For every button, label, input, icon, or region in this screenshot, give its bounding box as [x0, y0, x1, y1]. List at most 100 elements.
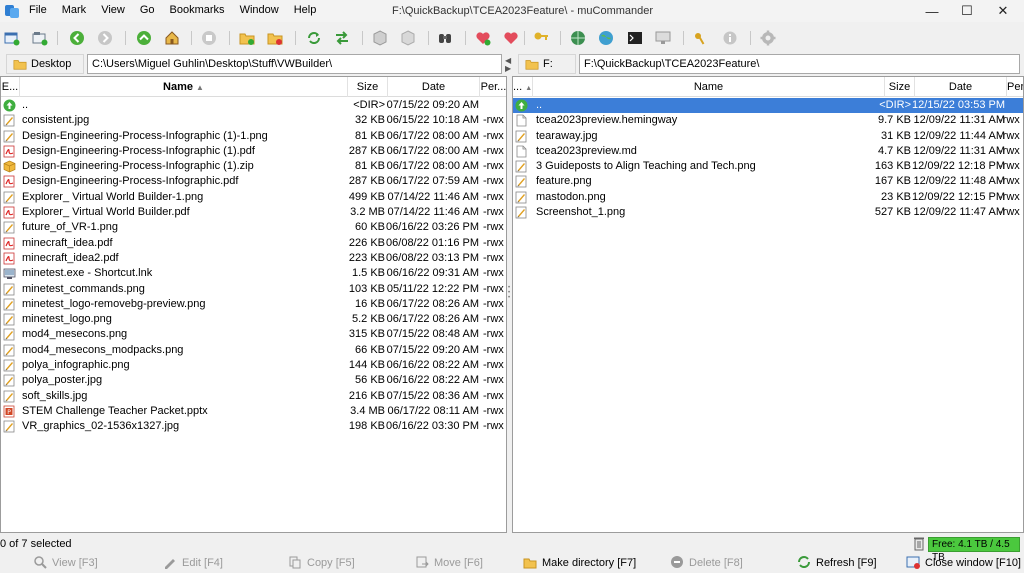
- back-icon[interactable]: [69, 30, 85, 46]
- left-file-panel[interactable]: E... Name ▲ Size Date Per... .. <DIR> 07/1…: [0, 76, 507, 533]
- left-header-size[interactable]: Size: [348, 77, 388, 97]
- file-row[interactable]: Design-Engineering-Process-Infographic (…: [1, 129, 506, 144]
- file-row[interactable]: tcea2023preview.md 4.7 KB 12/09/22 11:31 A…: [513, 144, 1023, 159]
- file-permissions: -rwx: [483, 359, 504, 372]
- file-row[interactable]: mastodon.png 23 KB 12/09/22 12:15 PM -rwx: [513, 190, 1023, 205]
- right-header-date[interactable]: Date: [915, 77, 1007, 97]
- close-window-button[interactable]: Close window [F10]: [906, 555, 1021, 571]
- right-header-size[interactable]: Size: [885, 77, 915, 97]
- menu-go[interactable]: Go: [139, 4, 156, 16]
- add-bookmark-icon[interactable]: [239, 30, 255, 46]
- left-header-name[interactable]: Name ▲: [20, 77, 348, 97]
- file-row[interactable]: minecraft_idea.pdf 226 KB 06/08/22 01:16 P…: [1, 236, 506, 251]
- file-row[interactable]: minecraft_idea2.pdf 223 KB 06/08/22 03:13 …: [1, 251, 506, 266]
- file-size: 32 KB: [355, 114, 385, 127]
- file-row[interactable]: 3 Guideposts to Align Teaching and Tech.…: [513, 159, 1023, 174]
- menu-bookmarks[interactable]: Bookmarks: [169, 4, 226, 16]
- left-drive-button[interactable]: Desktop: [6, 54, 84, 74]
- favorite-add-icon[interactable]: [475, 30, 491, 46]
- splitter-grip[interactable]: • • •: [508, 285, 511, 301]
- parent-folder-icon[interactable]: [136, 30, 152, 46]
- file-row[interactable]: minetest_logo-removebg-preview.png 16 KB 0…: [1, 297, 506, 312]
- close-button[interactable]: ✕: [980, 0, 1024, 22]
- mark-icon[interactable]: [372, 30, 388, 46]
- refresh-icon[interactable]: [306, 30, 322, 46]
- delete-button[interactable]: Delete [F8]: [670, 555, 743, 571]
- right-path-input[interactable]: [579, 54, 1020, 74]
- zip-file-icon: [3, 160, 16, 173]
- edit-bookmarks-icon[interactable]: [267, 30, 283, 46]
- info-icon[interactable]: [722, 30, 738, 46]
- file-row[interactable]: VR_graphics_02-1536x1327.jpg 198 KB 06/16/…: [1, 419, 506, 434]
- favorite-icon[interactable]: [503, 30, 519, 46]
- file-row[interactable]: future_of_VR-1.png 60 KB 06/16/22 03:26 PM…: [1, 220, 506, 235]
- file-row[interactable]: Explorer_ Virtual World Builder.pdf 3.2 M…: [1, 205, 506, 220]
- pencil-icon: [163, 555, 177, 572]
- unmark-icon[interactable]: [400, 30, 416, 46]
- menu-help[interactable]: Help: [293, 4, 318, 16]
- new-tab-icon[interactable]: [32, 30, 48, 46]
- file-row[interactable]: P STEM Challenge Teacher Packet.pptx 3.4 M…: [1, 404, 506, 419]
- file-row[interactable]: minetest_logo.png 5.2 KB 06/17/22 08:26 AM…: [1, 312, 506, 327]
- monitor-icon[interactable]: [655, 30, 671, 46]
- file-permissions: -rwx: [483, 404, 504, 417]
- file-name: minetest_logo-removebg-preview.png: [22, 297, 206, 310]
- move-button[interactable]: Move [F6]: [415, 555, 483, 571]
- menu-mark[interactable]: Mark: [61, 4, 87, 16]
- forward-icon[interactable]: [97, 30, 113, 46]
- new-window-icon[interactable]: [4, 30, 20, 46]
- file-row[interactable]: Explorer_ Virtual World Builder-1.png 499…: [1, 190, 506, 205]
- file-row[interactable]: Screenshot_1.png 527 KB 12/09/22 11:47 AM -…: [513, 205, 1023, 220]
- file-name: minetest_commands.png: [22, 282, 145, 295]
- file-row[interactable]: Design-Engineering-Process-Infographic (…: [1, 144, 506, 159]
- home-icon[interactable]: [164, 30, 180, 46]
- left-path-input[interactable]: [87, 54, 502, 74]
- file-row[interactable]: minetest.exe - Shortcut.lnk 1.5 KB 06/16/2…: [1, 266, 506, 281]
- menu-view[interactable]: View: [100, 4, 126, 16]
- make-directory-button[interactable]: Make directory [F7]: [523, 555, 636, 571]
- file-date: 06/17/22 08:11 AM: [387, 404, 479, 417]
- file-permissions: -rwx: [483, 221, 504, 234]
- file-row[interactable]: Design-Engineering-Process-Infographic.p…: [1, 174, 506, 189]
- menu-window[interactable]: Window: [239, 4, 280, 16]
- stop-icon[interactable]: [201, 30, 217, 46]
- key-icon[interactable]: [533, 30, 549, 46]
- copy-button[interactable]: Copy [F5]: [288, 555, 355, 571]
- edit-button[interactable]: Edit [F4]: [163, 555, 223, 571]
- command-label: Move [F6]: [434, 557, 483, 569]
- file-row[interactable]: Design-Engineering-Process-Infographic (…: [1, 159, 506, 174]
- right-header-name[interactable]: Name: [533, 77, 885, 97]
- file-row[interactable]: polya_poster.jpg 56 KB 06/16/22 08:22 AM -r…: [1, 373, 506, 388]
- trash-icon[interactable]: [913, 536, 925, 551]
- file-row[interactable]: consistent.jpg 32 KB 06/15/22 10:18 AM -rwx: [1, 113, 506, 128]
- globe-icon[interactable]: [598, 30, 614, 46]
- left-header-date[interactable]: Date: [388, 77, 480, 97]
- network-icon[interactable]: [570, 30, 586, 46]
- file-row[interactable]: tearaway.jpg 31 KB 12/09/22 11:44 AM -rwx: [513, 129, 1023, 144]
- right-drive-button[interactable]: F:: [518, 54, 576, 74]
- file-row[interactable]: polya_infographic.png 144 KB 06/16/22 08:2…: [1, 358, 506, 373]
- file-row[interactable]: minetest_commands.png 103 KB 05/11/22 12:2…: [1, 282, 506, 297]
- file-row[interactable]: feature.png 167 KB 12/09/22 11:48 AM -rwx: [513, 174, 1023, 189]
- file-row[interactable]: tcea2023preview.hemingway 9.7 KB 12/09/22 …: [513, 113, 1023, 128]
- left-header-permissions[interactable]: Per...: [480, 77, 506, 97]
- file-row[interactable]: mod4_mesecons.png 315 KB 07/15/22 08:48 AM…: [1, 327, 506, 342]
- menu-file[interactable]: File: [28, 4, 48, 16]
- terminal-icon[interactable]: [627, 30, 643, 46]
- left-header-extension[interactable]: E...: [1, 77, 20, 97]
- right-header-extension[interactable]: ... ▲: [513, 77, 533, 97]
- settings-icon[interactable]: [760, 30, 776, 46]
- right-header-permissions[interactable]: Per...: [1007, 77, 1023, 97]
- file-row[interactable]: .. <DIR> 12/15/22 03:53 PM: [513, 98, 1023, 114]
- file-row[interactable]: .. <DIR> 07/15/22 09:20 AM: [1, 98, 506, 113]
- toolbar-separator: [125, 31, 126, 45]
- swap-panels-icon[interactable]: [334, 30, 350, 46]
- panel-divider-arrows[interactable]: ◀ ▶: [505, 57, 511, 73]
- file-row[interactable]: soft_skills.jpg 216 KB 07/15/22 08:36 AM -r…: [1, 389, 506, 404]
- right-file-panel[interactable]: ... ▲ Name Size Date Per... .. <DIR>12/15…: [512, 76, 1024, 533]
- file-row[interactable]: mod4_mesecons_modpacks.png 66 KB 07/15/22 …: [1, 343, 506, 358]
- refresh-button[interactable]: Refresh [F9]: [797, 555, 877, 571]
- binoculars-icon[interactable]: [437, 30, 453, 46]
- view-button[interactable]: View [F3]: [33, 555, 98, 571]
- key-small-icon[interactable]: [692, 30, 708, 46]
